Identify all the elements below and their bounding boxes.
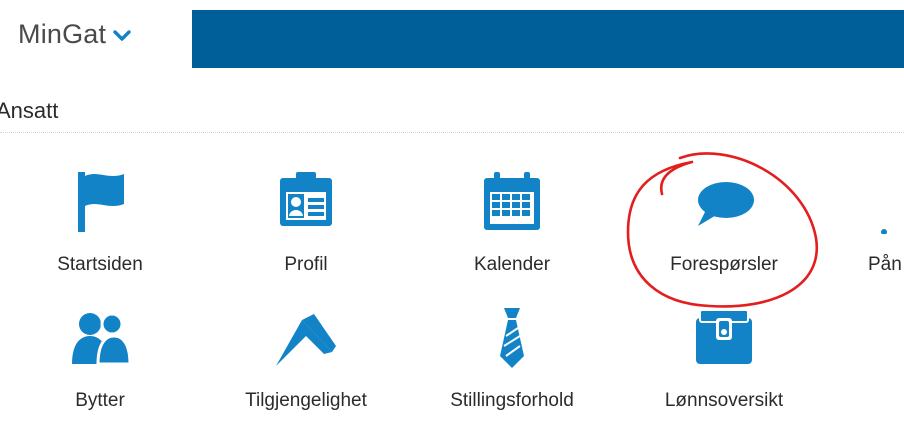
app-brand-name: MinGat — [18, 18, 107, 49]
tile-profil[interactable]: Profil — [226, 170, 386, 290]
app-switcher[interactable]: MinGat — [18, 14, 132, 54]
tile-label: Bytter — [75, 390, 125, 411]
tile-startsiden[interactable]: Startsiden — [20, 170, 180, 290]
tile-label: Kalender — [473, 254, 551, 275]
tile-partial[interactable]: Pån — [840, 170, 904, 290]
tile-label: Profil — [284, 254, 328, 275]
tile-label: Tilgjengelighet — [245, 390, 367, 411]
header-banner — [192, 10, 904, 68]
wallet-icon — [692, 306, 756, 370]
id-card-icon — [274, 170, 338, 234]
tile-lonnsoversikt[interactable]: Lønnsoversikt — [644, 306, 804, 426]
tile-bytter[interactable]: Bytter — [20, 306, 180, 426]
tile-label: Startsiden — [57, 254, 143, 275]
chevron-down-icon — [113, 30, 131, 41]
checkmark-flag-icon — [274, 306, 338, 370]
tie-icon — [480, 306, 544, 370]
flag-icon — [68, 170, 132, 234]
section-divider — [0, 132, 904, 133]
tile-label: Forespørsler — [670, 254, 778, 275]
tile-label: Lønnsoversikt — [664, 390, 784, 411]
tile-tilgjengelighet[interactable]: Tilgjengelighet — [226, 306, 386, 426]
partial-icon — [878, 170, 904, 234]
section-title: Ansatt — [0, 98, 59, 123]
tile-label: Pån — [868, 254, 902, 275]
tile-label: Stillingsforhold — [450, 390, 574, 411]
users-icon — [68, 306, 132, 370]
top-bar: MinGat — [0, 0, 904, 68]
speech-bubble-icon — [692, 170, 756, 234]
tile-foresporsler[interactable]: Forespørsler — [644, 170, 804, 290]
tile-stillingsforhold[interactable]: Stillingsforhold — [432, 306, 592, 426]
calendar-icon — [480, 170, 544, 234]
tile-kalender[interactable]: Kalender — [432, 170, 592, 290]
